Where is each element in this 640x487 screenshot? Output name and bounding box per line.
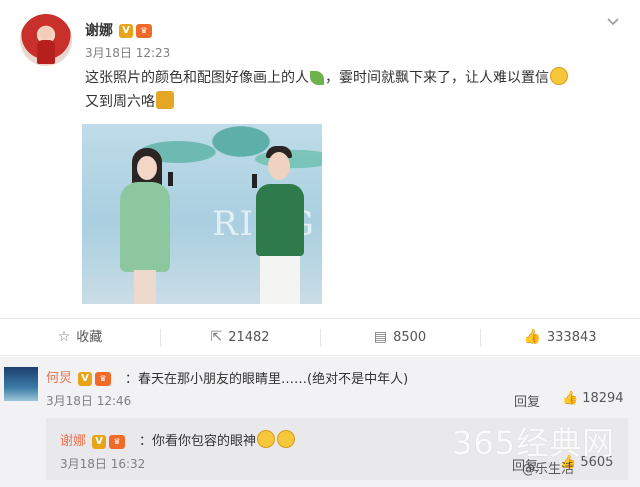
post-text-line1: 这张照片的颜色和配图好像画上的人 (85, 70, 309, 86)
reply-author-row: 谢娜 V ♛ (60, 430, 126, 449)
comment-timestamp: 3月18日 12:46 (46, 394, 132, 408)
comment-like-button[interactable]: 👍 18294 (562, 391, 624, 406)
repost-button[interactable]: ⇱ 21482 (160, 319, 320, 357)
verified-icon: V (78, 371, 93, 386)
leaf-emoji-icon (310, 71, 324, 85)
verified-icon: V (119, 24, 133, 38)
verified-icon: V (92, 434, 107, 449)
post-action-bar: ☆ 收藏 ⇱ 21482 ▤ 8500 👍 333843 (0, 318, 640, 356)
reply-text: ：你看你包容的眼神 (139, 434, 257, 449)
comment-text: ：春天在那小朋友的眼睛里……(绝对不是中年人) (125, 372, 409, 387)
like-count: 333843 (546, 330, 597, 345)
photo-boy-face (268, 152, 290, 180)
photo-boy-body (256, 184, 304, 256)
post-text-line1b: ，霎时间就飘下来了，让人难以置信 (325, 70, 549, 86)
author-name[interactable]: 谢娜 (85, 23, 113, 39)
post-text-line2: 又到周六咯 (85, 94, 155, 110)
chevron-down-icon[interactable] (606, 14, 620, 28)
party-emoji-icon (156, 91, 174, 109)
photo-girl-body (120, 182, 170, 272)
photo-microphone (252, 174, 257, 188)
repost-count: 21482 (228, 330, 270, 345)
photo-girl-face (137, 156, 157, 180)
comment-button[interactable]: ▤ 8500 (320, 319, 480, 357)
commenter-avatar[interactable] (4, 367, 38, 401)
thumbs-up-icon: 👍 (562, 391, 579, 406)
repost-icon: ⇱ (210, 329, 223, 345)
post-timestamp[interactable]: 3月18日 12:23 (85, 44, 170, 61)
handle-watermark: @乐生活 (522, 462, 575, 477)
avatar-head (40, 26, 52, 40)
reply-timestamp: 3月18日 16:32 (60, 457, 146, 471)
author-avatar[interactable] (20, 14, 72, 66)
member-level-icon: ♛ (95, 371, 112, 386)
post-photo[interactable]: RING (82, 124, 322, 304)
comment-like-count: 18294 (582, 391, 624, 406)
commenter-name-row: 何炅 V ♛ (46, 367, 112, 386)
star-icon: ☆ (57, 329, 71, 345)
post-text: 这张照片的颜色和配图好像画上的人 ，霎时间就飘下来了，让人难以置信 又到周六咯 (85, 66, 615, 114)
favorite-button[interactable]: ☆ 收藏 (0, 319, 160, 357)
author-name-row: 谢娜 V ♛ (85, 20, 152, 40)
commenter-name[interactable]: 何炅 (46, 371, 72, 386)
photo-girl-legs (134, 270, 156, 304)
reply-text-row: ：你看你包容的眼神 (139, 430, 296, 449)
comment-count: 8500 (393, 330, 427, 345)
weibo-post: 谢娜 V ♛ 3月18日 12:23 这张照片的颜色和配图好像画上的人 ，霎时间就飘下… (0, 0, 640, 318)
reply-author-name[interactable]: 谢娜 (60, 434, 86, 449)
favorite-label: 收藏 (76, 330, 103, 345)
avatar-figure (37, 40, 55, 64)
thumbs-up-icon: 👍 (523, 329, 541, 345)
grin-emoji-icon (550, 67, 568, 85)
member-level-icon: ♛ (109, 434, 126, 449)
photo-boy-legs (260, 256, 300, 304)
comment-icon: ▤ (373, 329, 388, 345)
like-button[interactable]: 👍 333843 (480, 319, 640, 357)
laugh-emoji-icon (277, 430, 296, 448)
member-level-icon: ♛ (136, 24, 152, 38)
comment-reply-button[interactable]: 回复 (514, 391, 540, 410)
grin-emoji-icon (257, 430, 276, 448)
photo-microphone (168, 172, 173, 186)
